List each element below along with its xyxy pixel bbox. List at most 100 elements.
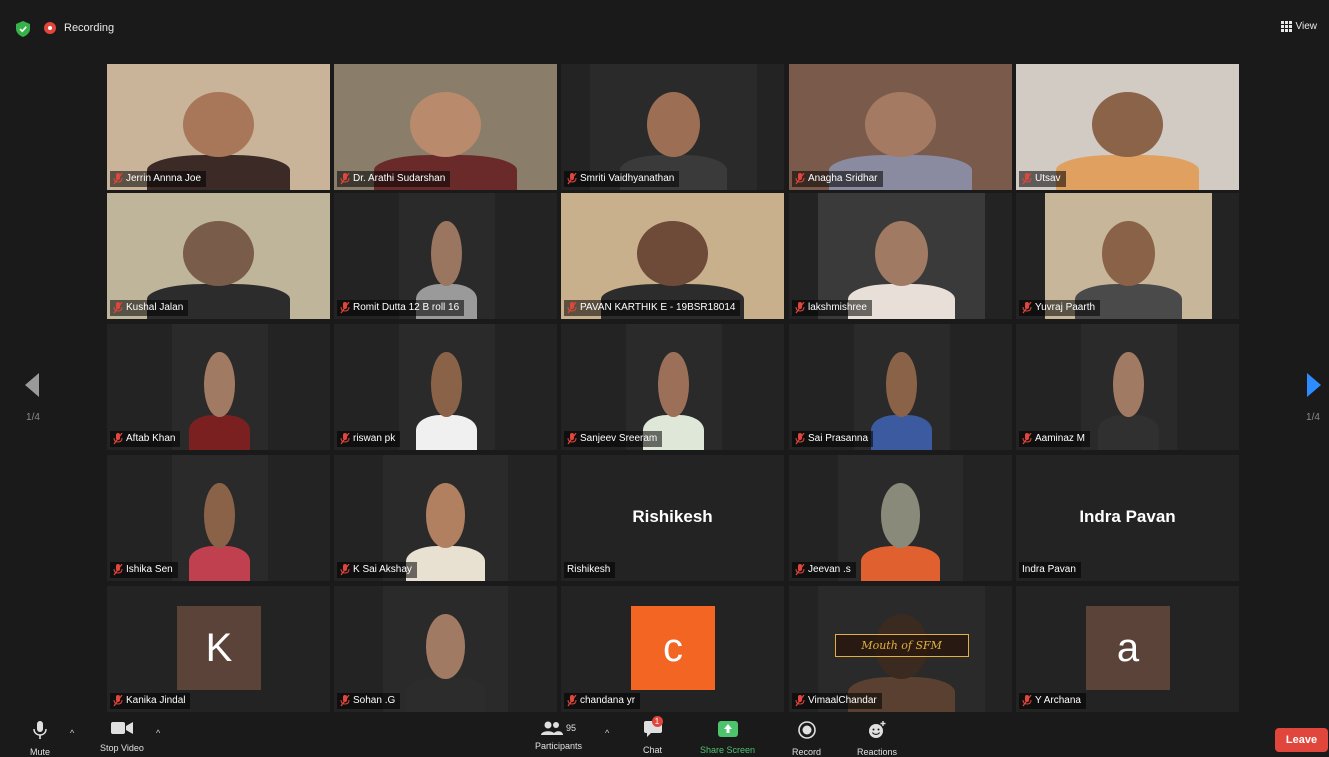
participant-tile[interactable]: Mouth of SFM VimaalChandar: [789, 586, 1012, 712]
participant-video: [171, 455, 268, 581]
video-options-caret[interactable]: ^: [156, 728, 160, 738]
participant-video: [171, 324, 268, 450]
participant-face: [204, 482, 235, 549]
participant-tile[interactable]: lakshmishree: [789, 193, 1012, 319]
participant-tile[interactable]: Utsav: [1016, 64, 1239, 190]
muted-microphone-icon: [1022, 173, 1032, 185]
participant-name: Romit Dutta 12 B roll 16: [353, 302, 460, 313]
participant-name: Anagha Sridhar: [808, 173, 878, 184]
muted-microphone-icon: [567, 173, 577, 185]
participant-avatar: c: [631, 606, 715, 690]
participant-name: Kanika Jindal: [126, 695, 186, 706]
page-indicator-left: 1/4: [26, 412, 40, 423]
grid-view-icon: [1280, 21, 1292, 32]
security-shield-icon[interactable]: [16, 21, 30, 37]
participant-tile[interactable]: PAVAN KARTHIK E - 19BSR18014: [561, 193, 784, 319]
participant-name: Kushal Jalan: [126, 302, 184, 313]
audio-options-caret[interactable]: ^: [70, 728, 74, 738]
participant-tile[interactable]: K Kanika Jindal: [107, 586, 330, 712]
participant-tile[interactable]: Sohan .G: [334, 586, 557, 712]
muted-microphone-icon: [795, 564, 805, 576]
participant-tile[interactable]: Sanjeev Sreeram: [561, 324, 784, 450]
participant-tile[interactable]: Ishika Sen: [107, 455, 330, 581]
participant-tile[interactable]: Romit Dutta 12 B roll 16: [334, 193, 557, 319]
next-page-button[interactable]: 1/4: [1298, 373, 1328, 423]
participant-tile[interactable]: Aftab Khan: [107, 324, 330, 450]
muted-microphone-icon: [1022, 695, 1032, 707]
participant-body: [870, 414, 933, 450]
participant-name: Aftab Khan: [126, 433, 176, 444]
participant-name-tag: VimaalChandar: [792, 693, 882, 709]
chat-button[interactable]: 1 Chat: [643, 716, 663, 755]
participant-face: [431, 351, 462, 418]
participant-tile[interactable]: Jeevan .s: [789, 455, 1012, 581]
video-camera-icon: [110, 722, 133, 734]
page-indicator-right: 1/4: [1306, 412, 1320, 423]
participant-face: [409, 91, 482, 158]
participants-options-caret[interactable]: ^: [605, 728, 609, 738]
reactions-label: Reactions: [857, 747, 898, 757]
reactions-smiley-icon: [869, 721, 886, 738]
participant-name-tag: chandana yr: [564, 693, 641, 709]
participant-tile[interactable]: Sai Prasanna: [789, 324, 1012, 450]
participant-face: [204, 351, 235, 418]
participant-tile[interactable]: K Sai Akshay: [334, 455, 557, 581]
previous-page-button[interactable]: 1/4: [18, 373, 48, 423]
participant-name: PAVAN KARTHIK E - 19BSR18014: [580, 302, 736, 313]
share-screen-button[interactable]: Share Screen: [700, 721, 755, 755]
participant-name-tag: Kushal Jalan: [110, 300, 189, 316]
participant-tile[interactable]: Smriti Vaidhyanathan: [561, 64, 784, 190]
participant-name-tag: Romit Dutta 12 B roll 16: [337, 300, 465, 316]
leave-meeting-button[interactable]: Leave: [1275, 728, 1328, 752]
participant-tile[interactable]: riswan pk: [334, 324, 557, 450]
participant-body: [860, 545, 941, 581]
participant-tile[interactable]: c chandana yr: [561, 586, 784, 712]
participant-avatar: a: [1086, 606, 1170, 690]
participant-body: [405, 545, 486, 581]
muted-microphone-icon: [113, 433, 123, 445]
participant-tile[interactable]: Kushal Jalan: [107, 193, 330, 319]
participant-name: Jerrin Annna Joe: [126, 173, 202, 184]
participant-name-tag: Kanika Jindal: [110, 693, 191, 709]
record-button[interactable]: Record: [792, 721, 821, 757]
muted-microphone-icon: [795, 695, 805, 707]
participants-button[interactable]: 95 Participants: [535, 721, 582, 751]
share-screen-icon: [717, 721, 738, 737]
muted-microphone-icon: [795, 433, 805, 445]
chat-badge: 1: [651, 716, 663, 727]
participant-name: K Sai Akshay: [353, 564, 412, 575]
participant-name-tag: Aftab Khan: [110, 431, 181, 447]
participant-face: [636, 220, 709, 287]
participant-tile[interactable]: Anagha Sridhar: [789, 64, 1012, 190]
participant-tile[interactable]: Jerrin Annna Joe: [107, 64, 330, 190]
participant-name-tag: Y Archana: [1019, 693, 1086, 709]
participant-tile[interactable]: Indra Pavan Indra Pavan: [1016, 455, 1239, 581]
participants-icon: [541, 721, 563, 735]
participant-tile[interactable]: a Y Archana: [1016, 586, 1239, 712]
participant-name-tag: Indra Pavan: [1019, 562, 1081, 578]
participant-video: [398, 324, 495, 450]
participant-name-tag: Sanjeev Sreeram: [564, 431, 663, 447]
mute-button[interactable]: Mute: [30, 721, 50, 757]
participant-face: [874, 220, 929, 287]
view-button[interactable]: View: [1280, 21, 1317, 32]
mute-label: Mute: [30, 747, 51, 757]
participant-tile[interactable]: Dr. Arathi Sudarshan: [334, 64, 557, 190]
participant-face: [864, 91, 937, 158]
participant-face: [431, 220, 462, 287]
participants-label: Participants: [535, 741, 583, 751]
muted-microphone-icon: [567, 695, 577, 707]
stop-video-button[interactable]: Stop Video: [100, 721, 144, 753]
muted-microphone-icon: [340, 695, 350, 707]
reactions-button[interactable]: Reactions: [857, 721, 897, 757]
participant-tile[interactable]: Rishikesh Rishikesh: [561, 455, 784, 581]
participant-name-tag: PAVAN KARTHIK E - 19BSR18014: [564, 300, 741, 316]
participant-name-tag: Jerrin Annna Joe: [110, 171, 207, 187]
muted-microphone-icon: [113, 695, 123, 707]
muted-microphone-icon: [567, 302, 577, 314]
participant-tile[interactable]: Yuvraj Paarth: [1016, 193, 1239, 319]
participant-name-tag: Sai Prasanna: [792, 431, 874, 447]
participant-tile[interactable]: Aaminaz M: [1016, 324, 1239, 450]
muted-microphone-icon: [340, 173, 350, 185]
participant-name: lakshmishree: [808, 302, 867, 313]
